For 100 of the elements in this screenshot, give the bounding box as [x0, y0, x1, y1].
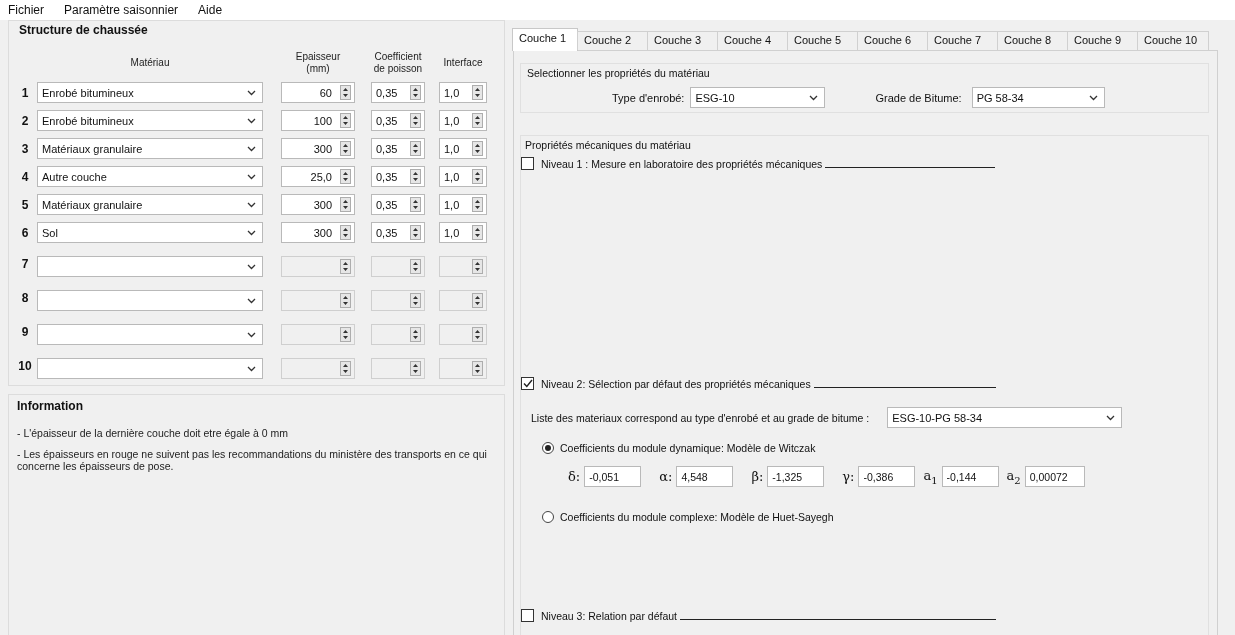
poisson-spinner[interactable]: 0,35 — [371, 110, 425, 131]
chevron-down-icon — [247, 117, 256, 124]
coefficient-field[interactable]: -0,144 — [941, 466, 999, 487]
coefficient-symbol: a$_{2}$ — [1006, 467, 1021, 486]
column-header: Coefficient de poisson — [372, 51, 424, 75]
info-text: - Les épaisseurs en rouge ne suivent pas les recommandations du ministère des transports en ce qui concerne les épaisseurs de pose. — [17, 448, 487, 472]
interface-spinner[interactable]: 1,0 — [439, 110, 487, 131]
coefficient-symbol: δ: — [568, 469, 581, 484]
checkbox-label: Niveau 1 : Mesure en laboratoire des propriétés mécaniques — [541, 158, 823, 170]
spin-arrows-icon — [472, 361, 483, 376]
spin-arrows-icon — [410, 141, 421, 156]
menu-item[interactable]: Paramètre saisonnier — [62, 3, 181, 17]
spin-arrows-icon — [410, 113, 421, 128]
chevron-down-icon — [247, 145, 256, 152]
chevron-down-icon — [247, 173, 256, 180]
row-number: 5 — [20, 197, 30, 212]
coefficient-field[interactable]: -1,325 — [767, 466, 825, 487]
chevron-down-icon — [247, 201, 256, 208]
row-number: 1 — [20, 85, 30, 100]
coefficient-symbol: α: — [659, 469, 673, 484]
thickness-spinner[interactable]: 60 — [281, 82, 355, 103]
poisson-spinner[interactable]: 0,35 — [371, 194, 425, 215]
row-number: 10 — [17, 358, 33, 373]
chevron-down-icon — [247, 229, 256, 236]
material-dropdown[interactable]: Enrobé bitumineux — [37, 82, 263, 103]
spin-arrows-icon — [410, 169, 421, 184]
spin-arrows-icon — [340, 113, 351, 128]
checkbox-label: Niveau 3: Relation par défaut — [541, 610, 677, 622]
spin-arrows-icon — [472, 293, 483, 308]
coefficient-field[interactable]: -0,386 — [858, 466, 916, 487]
checkbox[interactable] — [521, 157, 534, 170]
column-header: Matériau — [129, 57, 171, 69]
chevron-down-icon — [247, 365, 256, 372]
radio-label: Coefficients du module dynamique: Modèle de Witczak — [560, 442, 816, 454]
spin-arrows-icon — [472, 225, 483, 240]
field-label: Grade de Bitume: — [875, 91, 962, 104]
row-number: 2 — [20, 113, 30, 128]
spin-arrows-icon — [340, 361, 351, 376]
column-header: Interface — [442, 57, 484, 69]
spin-arrows-icon — [472, 259, 483, 274]
poisson-spinner[interactable]: 0,35 — [371, 166, 425, 187]
spin-arrows-icon — [410, 259, 421, 274]
poisson-spinner[interactable]: 0,35 — [371, 82, 425, 103]
coefficient-field[interactable]: 0,00072 — [1024, 466, 1085, 487]
thickness-spinner[interactable]: 100 — [281, 110, 355, 131]
thickness-spinner[interactable]: 300 — [281, 138, 355, 159]
row-number: 8 — [20, 290, 30, 305]
poisson-spinner[interactable]: 0,35 — [371, 222, 425, 243]
coefficient-field[interactable]: 4,548 — [676, 466, 734, 487]
spin-arrows-icon — [340, 225, 351, 240]
coefficient-symbol: γ: — [842, 469, 855, 484]
radio-label: Coefficients du module complexe: Modèle de Huet-Sayegh — [560, 511, 834, 523]
column-header: Epaisseur (mm) — [294, 51, 342, 75]
menu-item[interactable]: Aide — [196, 3, 225, 17]
spin-arrows-icon — [472, 141, 483, 156]
chevron-down-icon — [1106, 414, 1116, 421]
layer-tab[interactable]: Couche 2 — [577, 31, 648, 50]
thickness-spinner[interactable]: 300 — [281, 194, 355, 215]
interface-spinner[interactable]: 1,0 — [439, 194, 487, 215]
interface-spinner[interactable]: 1,0 — [439, 82, 487, 103]
chevron-down-icon — [247, 297, 256, 304]
material-dropdown[interactable]: Sol — [37, 222, 263, 243]
checkbox[interactable] — [521, 377, 534, 390]
chevron-down-icon — [809, 94, 819, 101]
spin-arrows-icon — [340, 169, 351, 184]
menu-item[interactable]: Fichier — [6, 3, 46, 17]
interface-spinner[interactable]: 1,0 — [439, 166, 487, 187]
material-dropdown[interactable]: Enrobé bitumineux — [37, 110, 263, 131]
interface-spinner[interactable]: 1,0 — [439, 138, 487, 159]
layer-tab[interactable]: Couche 10 — [1137, 31, 1209, 50]
radio-button[interactable] — [542, 442, 554, 454]
material-list-dropdown[interactable]: ESG-10-PG 58-34 — [887, 407, 1123, 428]
spin-arrows-icon — [472, 197, 483, 212]
material-dropdown[interactable]: Matériaux granulaire — [37, 138, 263, 159]
material-dropdown[interactable]: Autre couche — [37, 166, 263, 187]
row-number: 7 — [20, 256, 30, 271]
mix-type-dropdown[interactable]: ESG-10 — [690, 87, 826, 108]
radio-button[interactable] — [542, 511, 554, 523]
poisson-spinner[interactable]: 0,35 — [371, 138, 425, 159]
spin-arrows-icon — [340, 85, 351, 100]
checkbox-label: Niveau 2: Sélection par défaut des propriétés mécaniques — [541, 378, 811, 390]
binder-grade-dropdown[interactable]: PG 58-34 — [971, 87, 1105, 108]
coefficient-symbol: a$_{1}$ — [923, 467, 938, 486]
material-dropdown[interactable]: Matériaux granulaire — [37, 194, 263, 215]
spin-arrows-icon — [410, 361, 421, 376]
chevron-down-icon — [1088, 94, 1098, 101]
layer-tab[interactable]: Couche 1 — [512, 28, 578, 51]
spin-arrows-icon — [410, 225, 421, 240]
checkbox[interactable] — [521, 609, 534, 622]
row-number: 9 — [20, 324, 30, 339]
coefficient-field[interactable]: -0,051 — [584, 466, 642, 487]
interface-spinner[interactable]: 1,0 — [439, 222, 487, 243]
group-title: Selectionner les propriétés du matériau — [527, 67, 711, 79]
field-label: Liste des materiaux correspond au type d'enrobé et au grade de bitume : — [531, 411, 870, 424]
field-label: Type d'enrobé: — [612, 91, 685, 104]
spin-arrows-icon — [472, 169, 483, 184]
thickness-spinner[interactable]: 300 — [281, 222, 355, 243]
chevron-down-icon — [247, 89, 256, 96]
thickness-spinner[interactable]: 25,0 — [281, 166, 355, 187]
group-title: Structure de chaussée — [19, 23, 148, 37]
